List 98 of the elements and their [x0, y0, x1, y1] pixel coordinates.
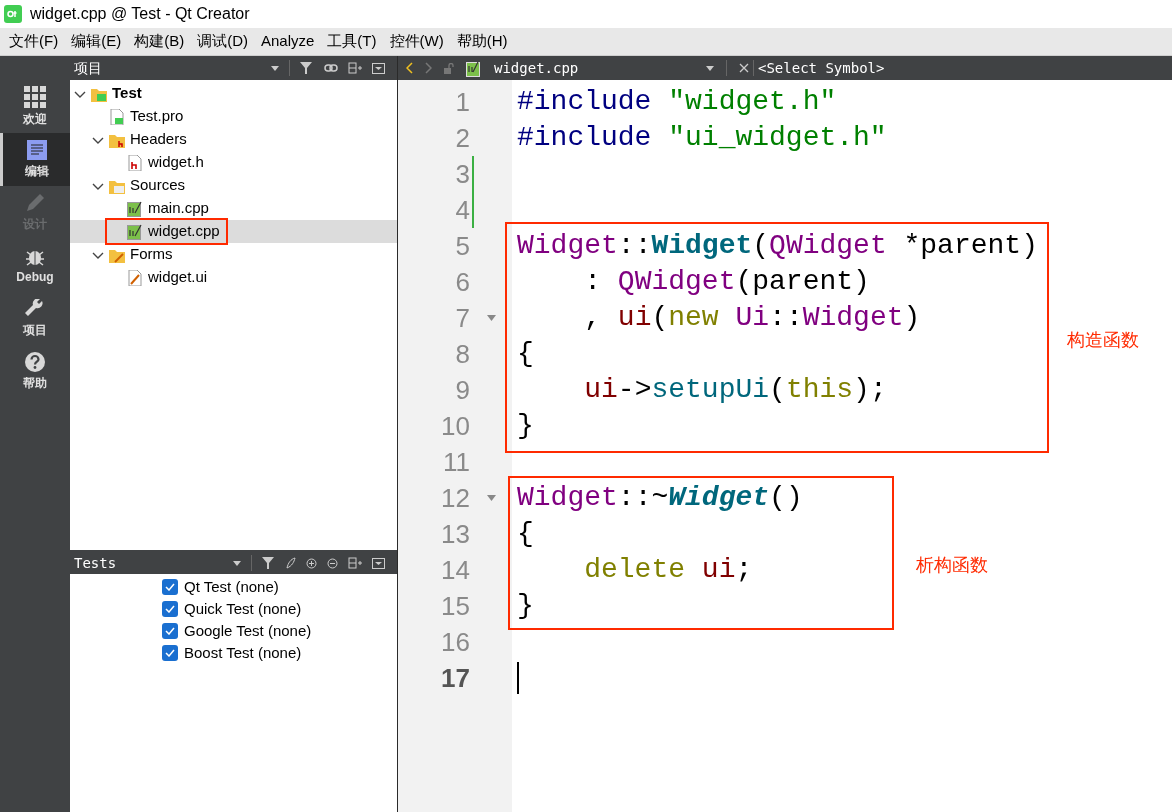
- line-number: 11: [442, 445, 470, 479]
- menu-item[interactable]: 构建(B): [129, 30, 190, 53]
- file-icon: [127, 154, 143, 171]
- tree-item[interactable]: Headers: [70, 128, 397, 151]
- mode-button[interactable]: 欢迎: [0, 80, 70, 133]
- feather-icon[interactable]: [286, 557, 296, 569]
- code-line: }: [517, 589, 534, 623]
- close-panel-icon[interactable]: [372, 62, 385, 74]
- dropdown-caret-icon[interactable]: [706, 65, 714, 71]
- menu-item[interactable]: 控件(W): [384, 30, 449, 53]
- menu-item[interactable]: 编辑(E): [66, 30, 127, 53]
- dropdown-caret-icon[interactable]: [233, 560, 241, 566]
- link-icon[interactable]: [324, 63, 338, 73]
- menu-item[interactable]: 调试(D): [192, 30, 253, 53]
- fold-marker-icon[interactable]: [487, 315, 496, 321]
- code-line: #include "widget.h": [517, 85, 837, 119]
- dropdown-caret-icon[interactable]: [271, 65, 279, 71]
- mode-button[interactable]: 编辑: [0, 133, 70, 186]
- line-number: 1: [454, 85, 470, 119]
- panel-title: 项目: [74, 58, 103, 78]
- line-number: 15: [440, 589, 470, 623]
- checkbox[interactable]: [162, 645, 178, 661]
- close-icon[interactable]: [739, 63, 749, 73]
- line-number: 5: [454, 229, 470, 263]
- line-number: 12: [440, 481, 470, 515]
- pencil-icon: [25, 192, 45, 213]
- test-label: Google Test (none): [184, 620, 312, 641]
- tree-item[interactable]: Sources: [70, 174, 397, 197]
- file-icon: [127, 269, 143, 286]
- code-line: {: [517, 517, 534, 551]
- check-icon: [165, 605, 175, 613]
- line-number: 3: [454, 157, 470, 191]
- split-icon[interactable]: [348, 62, 362, 74]
- mode-button[interactable]: 帮助: [0, 345, 70, 398]
- test-label: Qt Test (none): [184, 576, 279, 597]
- tree-item[interactable]: Test: [70, 82, 397, 105]
- tree-item[interactable]: widget.h: [70, 151, 397, 174]
- app-logo-icon: [4, 5, 22, 23]
- filter-icon[interactable]: [300, 62, 314, 74]
- annotation-label: 构造函数: [1067, 329, 1139, 352]
- file-name[interactable]: widget.cpp: [494, 57, 694, 79]
- tree-item[interactable]: Forms: [70, 243, 397, 266]
- tree-item[interactable]: Test.pro: [70, 105, 397, 128]
- tree-item[interactable]: main.cpp: [70, 197, 397, 220]
- line-number: 17: [440, 661, 470, 695]
- checkbox[interactable]: [162, 623, 178, 639]
- line-number: 10: [440, 409, 470, 443]
- panel-title: Tests: [74, 553, 118, 573]
- tree-item[interactable]: widget.cpp: [70, 220, 397, 243]
- code-line: Widget::Widget(QWidget *parent): [517, 229, 1038, 263]
- expand-all-icon[interactable]: [306, 557, 317, 569]
- code-line: {: [517, 337, 534, 371]
- grid-icon: [24, 85, 46, 108]
- code-line: delete ui;: [583, 553, 753, 587]
- filter-icon[interactable]: [262, 557, 276, 569]
- checkbox[interactable]: [162, 579, 178, 595]
- cpp-file-icon: [466, 59, 482, 77]
- collapse-all-icon[interactable]: [327, 557, 338, 569]
- mode-button[interactable]: 项目: [0, 292, 70, 345]
- menu-item[interactable]: 文件(F): [4, 30, 64, 53]
- tree-item[interactable]: widget.ui: [70, 266, 397, 289]
- code-line: #include "ui_widget.h": [517, 121, 887, 155]
- document-icon: [26, 139, 47, 160]
- line-number: 7: [454, 301, 470, 335]
- code-line: , ui(new Ui::Widget): [583, 301, 921, 335]
- check-icon: [165, 627, 175, 635]
- split-icon[interactable]: [348, 557, 362, 569]
- check-icon: [165, 583, 175, 591]
- code-line: ui->setupUi(this);: [583, 373, 887, 407]
- code-line: }: [517, 409, 534, 443]
- file-icon: [109, 108, 125, 125]
- menu-item[interactable]: Analyze: [256, 30, 320, 53]
- menu-item[interactable]: 帮助(H): [451, 30, 513, 53]
- wrench-icon: [25, 298, 45, 319]
- test-label: Boost Test (none): [184, 642, 302, 663]
- test-label: Quick Test (none): [184, 598, 302, 619]
- symbol-selector[interactable]: <Select Symbol>: [758, 57, 885, 79]
- help-icon: [25, 351, 45, 372]
- menu-item[interactable]: 工具(T): [322, 30, 382, 53]
- line-number: 16: [440, 625, 470, 659]
- check-icon: [165, 649, 175, 657]
- fold-marker-icon[interactable]: [487, 495, 496, 501]
- window-title: widget.cpp @ Test - Qt Creator: [30, 4, 250, 24]
- line-number: 2: [454, 121, 470, 155]
- mode-button[interactable]: Debug: [0, 239, 70, 292]
- annotation-label: 析构函数: [916, 554, 988, 577]
- code-line: Widget::~Widget(): [517, 481, 803, 515]
- line-number: 13: [440, 517, 470, 551]
- close-panel-icon[interactable]: [372, 557, 385, 569]
- line-number: 9: [454, 373, 470, 407]
- code-line: : QWidget(parent): [583, 265, 870, 299]
- line-number: 4: [454, 193, 470, 227]
- line-number: 6: [454, 265, 470, 299]
- line-number: 14: [440, 553, 470, 587]
- line-number: 8: [454, 337, 470, 371]
- cpp-file-icon: [127, 223, 143, 240]
- checkbox[interactable]: [162, 601, 178, 617]
- cpp-file-icon: [127, 200, 143, 217]
